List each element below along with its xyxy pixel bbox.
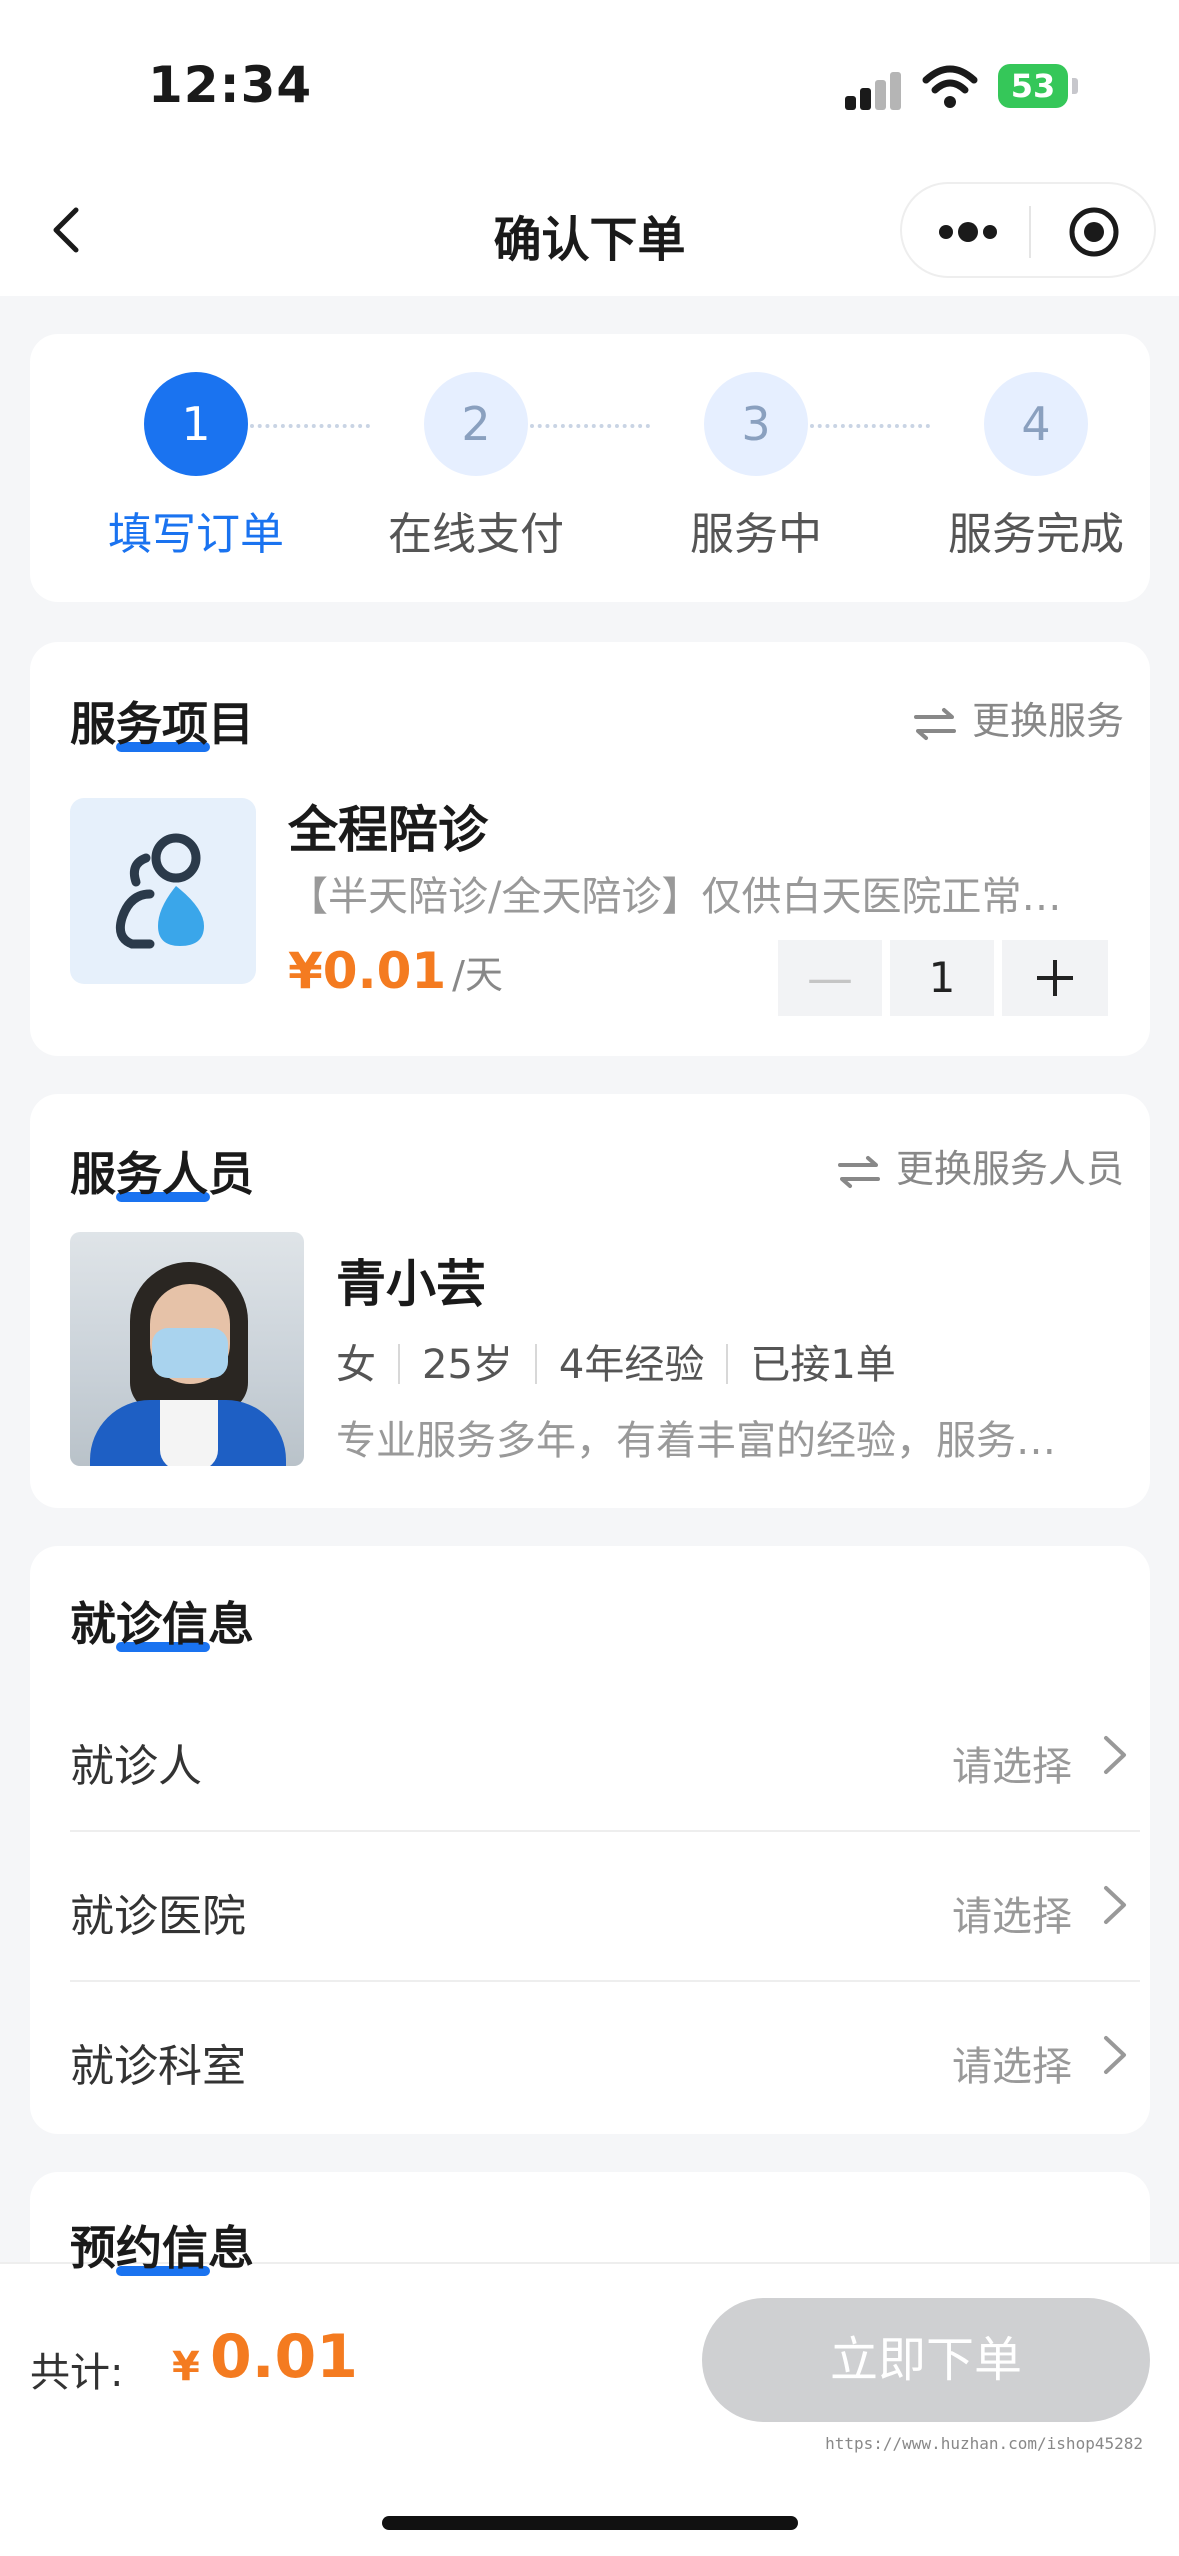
chevron-right-icon [1104,1736,1126,1774]
service-name: 全程陪诊 [288,801,488,859]
step-connector [250,424,370,428]
plus-icon [1037,960,1073,996]
step-label: 服务完成 [948,509,1124,560]
visit-department-row[interactable]: 就诊科室 请选择 [70,1982,1140,2132]
battery-icon: 53 [998,64,1068,108]
step-connector [810,424,930,428]
status-bar: 12:34 53 [0,0,1179,170]
row-label: 就诊人 [70,1741,202,1792]
place-order-button[interactable]: 立即下单 [702,2298,1150,2422]
step-number: 3 [704,372,808,476]
step-fill-order: 1 填写订单 [76,372,316,562]
step-in-service: 3 服务中 [636,372,876,562]
wifi-icon [922,65,978,108]
increase-button[interactable] [1002,940,1108,1016]
more-icon[interactable] [938,220,998,244]
service-description: 【半天陪诊/全天陪诊】仅供白天医院正常… [288,874,1062,920]
step-online-payment: 2 在线支付 [356,372,596,562]
close-target-icon[interactable] [1068,206,1120,258]
staff-description: 专业服务多年，有着丰富的经验，服务… [336,1418,1056,1464]
row-label: 就诊科室 [70,2041,246,2092]
step-label: 填写订单 [108,509,284,560]
escort-person-icon [115,833,204,949]
price-value: ¥0.01 [288,942,447,1000]
row-label: 就诊医院 [70,1891,246,1942]
home-indicator [382,2516,798,2530]
service-price: ¥0.01/天 [288,942,503,1000]
visit-patient-row[interactable]: 就诊人 请选择 [70,1682,1140,1832]
status-time: 12:34 [148,56,313,114]
step-number: 2 [424,372,528,476]
navigation-bar: 确认下单 [0,170,1179,296]
battery-cap [1072,78,1078,94]
staff-age: 25岁 [422,1342,513,1388]
staff-section-title: 服务人员 [70,1138,254,1204]
total-amount: 0.01 [210,2322,359,2392]
row-value: 请选择 [952,1894,1072,1940]
step-service-complete: 4 服务完成 [916,372,1156,562]
step-number: 4 [984,372,1088,476]
visit-section-title: 就诊信息 [70,1588,254,1654]
change-service-link[interactable]: 更换服务 [912,690,1124,745]
cellular-signal-icon [845,70,903,110]
staff-experience: 4年经验 [558,1342,705,1388]
capsule-divider [1029,206,1031,258]
quantity-stepper: — 1 [778,940,1108,1016]
step-connector [530,424,650,428]
row-value: 请选择 [952,1744,1072,1790]
swap-icon [913,707,956,740]
swap-icon [837,1155,880,1188]
service-card: 服务项目 更换服务 全程陪诊 【半天陪诊/全天陪诊】仅供白天医院正常… ¥0.0… [30,642,1150,1056]
watermark: https://www.huzhan.com/ishop45282 [825,2434,1143,2453]
step-label: 在线支付 [388,509,564,560]
total-label: 共计: [30,2350,124,2396]
service-thumbnail [70,798,256,984]
change-staff-label: 更换服务人员 [895,1147,1124,1191]
chevron-right-icon [1104,1886,1126,1924]
visit-hospital-row[interactable]: 就诊医院 请选择 [70,1832,1140,1982]
mini-program-capsule [900,182,1156,278]
booking-section-title: 预约信息 [70,2212,254,2278]
staff-avatar[interactable] [70,1232,304,1466]
visit-info-card: 就诊信息 就诊人 请选择 就诊医院 请选择 就诊科室 请选择 [30,1546,1150,2134]
row-value: 请选择 [952,2044,1072,2090]
service-section-title: 服务项目 [70,688,254,754]
staff-orders: 已接1单 [750,1342,896,1388]
decrease-button[interactable]: — [778,940,882,1016]
staff-gender: 女 [336,1342,376,1388]
price-unit: /天 [452,953,503,997]
step-label: 服务中 [690,509,822,560]
change-staff-link[interactable]: 更换服务人员 [836,1138,1124,1193]
chevron-right-icon [1104,2036,1126,2074]
staff-card: 服务人员 更换服务人员 青小芸 女 25岁 4年经验 已接1单 专业服务多年，有着丰富… [30,1094,1150,1508]
staff-name: 青小芸 [336,1255,486,1313]
bottom-action-bar: 共计: ¥ 0.01 立即下单 https://www.huzhan.com/i… [0,2262,1179,2556]
change-service-label: 更换服务 [971,699,1124,743]
quantity-value[interactable]: 1 [890,940,994,1016]
staff-tags: 女 25岁 4年经验 已接1单 [336,1332,896,1390]
order-steps: 1 填写订单 2 在线支付 3 服务中 4 服务完成 [30,334,1150,602]
step-number: 1 [144,372,248,476]
total-currency: ¥ [172,2344,200,2390]
